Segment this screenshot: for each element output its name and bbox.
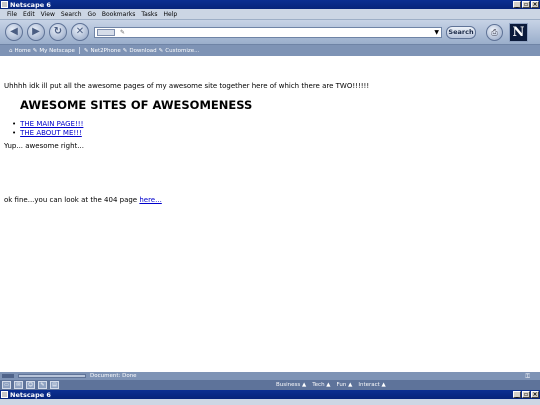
component-bar: ▭ ✉ ☺ ✎ ▤ Business ▲ Tech ▲ Fun ▲ Intera… <box>0 380 540 390</box>
minimize-button[interactable]: _ <box>513 1 521 8</box>
main-page-link[interactable]: THE MAIN PAGE!!! <box>20 120 83 128</box>
bookmark-icon: ✎ <box>32 47 38 54</box>
menu-search[interactable]: Search <box>61 11 82 18</box>
minimize-button[interactable]: _ <box>513 391 521 398</box>
progress-bar <box>18 374 86 378</box>
stop-icon: ✕ <box>75 26 85 37</box>
page-heading: AWESOME SITES OF AWESOMENESS <box>20 98 253 112</box>
tab-fun[interactable]: Fun ▲ <box>337 381 353 389</box>
close-button[interactable]: × <box>531 391 539 398</box>
personal-home[interactable]: Home <box>15 48 31 54</box>
page-content: Uhhhh idk ill put all the awesome pages … <box>0 56 540 372</box>
netscape-logo[interactable]: N <box>509 23 528 42</box>
back-button[interactable]: ◀ <box>5 23 23 41</box>
navigator-icon[interactable]: ▭ <box>2 381 11 389</box>
navigation-toolbar: ◀ ▶ ↻ ✕ ✎ ▼ Search ⎙ N <box>0 20 540 45</box>
window-controls: _ ▫ × <box>513 1 539 8</box>
menu-file[interactable]: File <box>7 11 17 18</box>
menu-bar: File Edit View Search Go Bookmarks Tasks… <box>0 9 540 20</box>
back-arrow-icon: ◀ <box>10 26 18 37</box>
personal-customize[interactable]: Customize... <box>165 48 199 54</box>
about-me-link[interactable]: THE ABOUT ME!!! <box>20 129 82 137</box>
yup-text: Yup... awesome right... <box>4 142 84 150</box>
reload-icon: ↻ <box>53 26 63 37</box>
second-window-menu-bar <box>0 399 540 405</box>
tab-tech[interactable]: Tech ▲ <box>312 381 330 389</box>
status-bar: Document: Done ⚿ <box>0 372 540 380</box>
tab-business[interactable]: Business ▲ <box>276 381 306 389</box>
list-item: THE MAIN PAGE!!! <box>12 120 83 129</box>
404-text: ok fine...you can look at the 404 page <box>4 196 140 204</box>
print-icon: ⎙ <box>491 28 498 37</box>
list-item: THE ABOUT ME!!! <box>12 129 83 138</box>
page-icon: ✎ <box>120 29 126 36</box>
title-bar: Netscape 6 _ ▫ × <box>0 0 540 9</box>
print-button[interactable]: ⎙ <box>486 24 503 41</box>
status-text: Document: Done <box>90 373 137 379</box>
404-link[interactable]: here... <box>139 196 161 204</box>
maximize-button[interactable]: ▫ <box>522 391 530 398</box>
window-title: Netscape 6 <box>10 0 51 9</box>
window-controls: _ ▫ × <box>513 391 539 398</box>
second-window-title-bar: Netscape 6 _ ▫ × <box>0 390 540 399</box>
bookmark-icon: ✎ <box>158 47 164 54</box>
stop-button[interactable]: ✕ <box>71 23 89 41</box>
personal-net2phone[interactable]: Net2Phone <box>91 48 121 54</box>
menu-go[interactable]: Go <box>88 11 96 18</box>
menu-edit[interactable]: Edit <box>23 11 35 18</box>
link-list: THE MAIN PAGE!!! THE ABOUT ME!!! <box>12 120 83 138</box>
menu-view[interactable]: View <box>41 11 55 18</box>
netscape-app-icon <box>1 391 8 398</box>
mail-icon[interactable]: ✉ <box>14 381 23 389</box>
url-dropdown-icon[interactable]: ▼ <box>434 29 439 36</box>
url-bar[interactable]: ✎ ▼ <box>94 27 442 38</box>
toolbar-separator <box>78 47 80 54</box>
address-book-icon[interactable]: ▤ <box>50 381 59 389</box>
forward-arrow-icon: ▶ <box>32 26 40 37</box>
instant-messenger-icon[interactable]: ☺ <box>26 381 35 389</box>
404-paragraph: ok fine...you can look at the 404 page h… <box>4 196 162 204</box>
menu-help[interactable]: Help <box>163 11 177 18</box>
component-icons: ▭ ✉ ☺ ✎ ▤ <box>2 381 59 389</box>
personal-my-netscape[interactable]: My Netscape <box>39 48 75 54</box>
personal-toolbar: ⌂ Home ✎ My Netscape ✎ Net2Phone ✎ Downl… <box>0 45 540 56</box>
sidebar-toggle[interactable] <box>2 374 14 378</box>
search-button[interactable]: Search <box>446 26 476 39</box>
intro-text: Uhhhh idk ill put all the awesome pages … <box>4 82 370 90</box>
home-icon: ⌂ <box>9 47 13 54</box>
personal-download[interactable]: Download <box>129 48 156 54</box>
bookmark-icon: ✎ <box>122 47 128 54</box>
netscape-app-icon <box>1 1 8 8</box>
close-button[interactable]: × <box>531 1 539 8</box>
tab-interact[interactable]: Interact ▲ <box>358 381 385 389</box>
maximize-button[interactable]: ▫ <box>522 1 530 8</box>
menu-bookmarks[interactable]: Bookmarks <box>102 11 136 18</box>
composer-icon[interactable]: ✎ <box>38 381 47 389</box>
bookmark-button[interactable] <box>97 29 115 36</box>
forward-button[interactable]: ▶ <box>27 23 45 41</box>
bookmark-icon: ✎ <box>83 47 89 54</box>
menu-tasks[interactable]: Tasks <box>141 11 157 18</box>
reload-button[interactable]: ↻ <box>49 23 67 41</box>
channel-tabs: Business ▲ Tech ▲ Fun ▲ Interact ▲ <box>276 381 386 389</box>
second-window-title: Netscape 6 <box>10 390 51 399</box>
